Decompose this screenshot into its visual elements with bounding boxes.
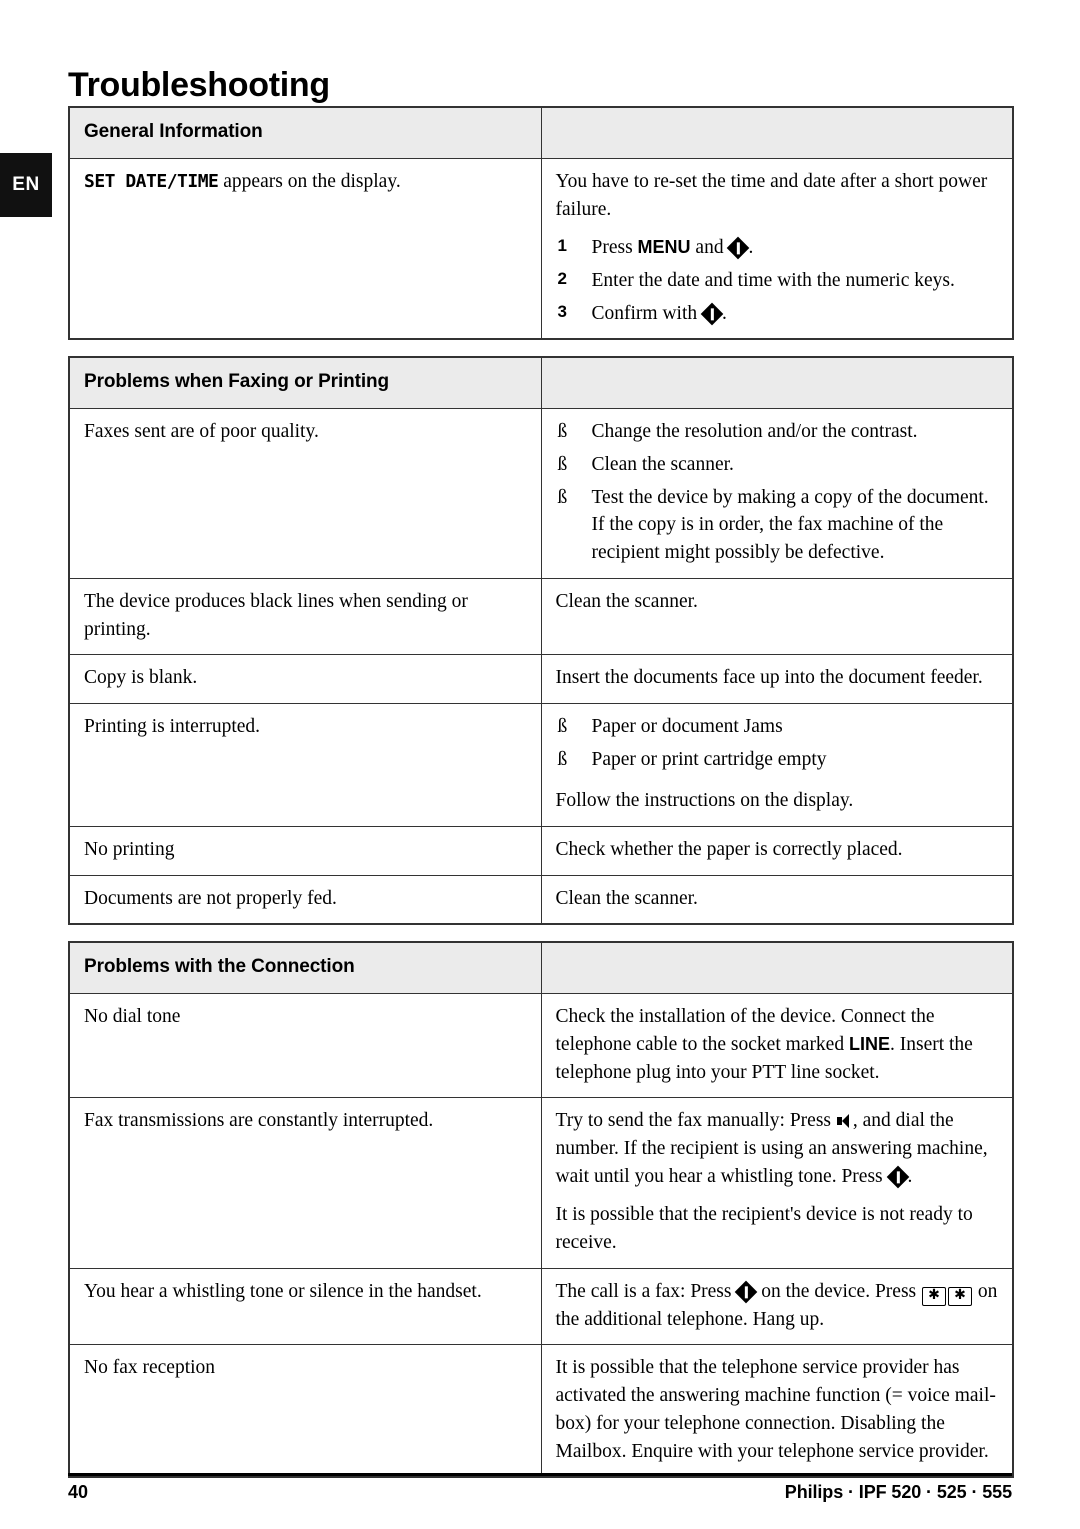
step-text-before: Enter the date and time with the numeric… [591, 270, 955, 292]
bullet-text: Paper or print cartridge empty [591, 748, 827, 770]
table-header-row: Problems when Faxing or Printing [68, 356, 1014, 410]
page-title: Troubleshooting [68, 65, 330, 104]
table-header-row: Problems with the Connection [68, 941, 1014, 995]
bullet-list: ß Paper or document Jams ß Paper or print … [556, 713, 1001, 773]
problem-cell: No fax reception [68, 1344, 542, 1478]
bullet-marker: ß [557, 421, 568, 443]
footer-divider [68, 1473, 1012, 1476]
problem-cell: No dial tone [68, 993, 542, 1099]
bullet-marker: ß [557, 715, 568, 737]
list-item: ß Paper or print cartridge empty [556, 746, 1001, 774]
problem-cell: Printing is interrupted. [68, 702, 542, 827]
start-diamond-icon [735, 1280, 758, 1304]
solution-cell: The call is a fax: Press on the device. … [540, 1267, 1014, 1346]
bullet-text: Test the device by making a copy of the … [591, 486, 989, 564]
table-header-left: Problems with the Connection [68, 941, 542, 995]
list-item: 3 Confirm with . [556, 300, 1001, 328]
table-row: No fax reception It is possible that the… [68, 1344, 1014, 1478]
solution-cell: ß Paper or document Jams ß Paper or print … [540, 702, 1014, 827]
problem-cell: SET DATE/TIME appears on the display. [68, 157, 542, 340]
table-faxing-printing-problems: Problems when Faxing or Printing Faxes s… [68, 356, 1014, 926]
bullet-list: ß Change the resolution and/or the contra… [556, 418, 1001, 566]
table-row: You hear a whistling tone or silence in … [68, 1267, 1014, 1346]
step-number: 1 [557, 236, 567, 256]
solution-paragraph-second: It is possible that the recipient's devi… [555, 1204, 973, 1254]
bullet-marker: ß [557, 748, 568, 770]
problem-text: appears on the display. [218, 170, 401, 192]
list-item: ß Test the device by making a copy of the… [556, 484, 1001, 567]
solution-followup: Follow the instructions on the display. [555, 790, 854, 812]
step-number: 3 [557, 301, 567, 321]
bullet-text: Change the resolution and/or the contras… [591, 421, 918, 443]
problem-cell: Faxes sent are of poor quality. [68, 408, 542, 579]
table-header-left: General Information [68, 106, 542, 159]
troubleshooting-tables: General Information SET DATE/TIME appear… [68, 106, 1014, 1479]
solution-cell: Check whether the paper is correctly pla… [540, 825, 1014, 876]
table-row: The device produces black lines when sen… [68, 577, 1014, 656]
solution-text-a: The call is a fax: Press [555, 1280, 737, 1302]
menu-key-label: MENU [637, 237, 691, 258]
problem-cell: Documents are not properly fed. [68, 874, 542, 925]
solution-text-a: Try to send the fax manually: Press [555, 1110, 836, 1132]
solution-cell: Insert the documents face up into the do… [540, 654, 1014, 704]
table-general-information: General Information SET DATE/TIME appear… [68, 106, 1014, 341]
footer-product-name: Philips · IPF 520 · 525 · 555 [784, 1482, 1012, 1502]
language-tab: EN [0, 153, 52, 217]
problem-cell: Copy is blank. [68, 654, 542, 704]
star-key-icon: ✱ [922, 1286, 947, 1306]
table-row: Faxes sent are of poor quality. ß Change … [68, 408, 1014, 579]
table-header-right [540, 941, 1014, 995]
table-header-right [540, 106, 1014, 159]
problem-cell: The device produces black lines when sen… [68, 577, 542, 656]
step-text-before: Confirm with [591, 302, 702, 324]
start-diamond-icon [700, 302, 724, 326]
solution-paragraph: Try to send the fax manually: Press , an… [556, 1107, 1001, 1190]
solution-cell: Clean the scanner. [540, 577, 1014, 656]
table-row: SET DATE/TIME appears on the display. Yo… [68, 157, 1014, 340]
bullet-marker: ß [557, 486, 568, 508]
solution-cell: Clean the scanner. [540, 874, 1014, 925]
start-diamond-icon [727, 237, 750, 260]
table-row: Documents are not properly fed. Clean th… [68, 874, 1014, 925]
table-row: Copy is blank. Insert the documents face… [68, 654, 1014, 704]
solution-cell: It is possible that the telephone servic… [540, 1344, 1014, 1478]
table-row: Fax transmissions are constantly interru… [68, 1097, 1014, 1269]
line-socket-label: LINE [848, 1033, 890, 1054]
bullet-text: Paper or document Jams [591, 715, 783, 737]
start-diamond-icon [886, 1165, 909, 1189]
table-row: No dial tone Check the installation of t… [68, 993, 1014, 1099]
solution-text-b: on the device. Press [756, 1280, 922, 1302]
problem-cell: Fax transmissions are constantly interru… [68, 1097, 542, 1269]
problem-cell: No printing [68, 825, 542, 876]
step-text-before: Press [591, 237, 638, 259]
table-connection-problems: Problems with the Connection No dial ton… [68, 941, 1014, 1479]
lcd-message: SET DATE/TIME [84, 170, 219, 192]
table-header-left: Problems when Faxing or Printing [68, 356, 542, 410]
table-header-right [540, 356, 1014, 410]
star-key-icon: ✱ [948, 1286, 973, 1306]
bullet-text: Clean the scanner. [591, 454, 734, 476]
table-row: Printing is interrupted. ß Paper or docum… [68, 702, 1014, 827]
step-list: 1 Press MENU and . 2 Enter the date and ti… [556, 234, 1001, 327]
problem-cell: You hear a whistling tone or silence in … [68, 1267, 542, 1346]
list-item: ß Change the resolution and/or the contra… [556, 418, 1001, 446]
language-tab-label: EN [12, 174, 40, 195]
solution-cell: ß Change the resolution and/or the contra… [540, 408, 1014, 579]
solution-cell: Check the installation of the device. Co… [540, 993, 1014, 1099]
table-row: No printing Check whether the paper is c… [68, 825, 1014, 876]
bullet-marker: ß [557, 454, 568, 476]
footer-page-number: 40 [68, 1482, 89, 1502]
list-item: 1 Press MENU and . [556, 234, 1001, 262]
list-item: ß Paper or document Jams [556, 713, 1001, 741]
table-header-row: General Information [68, 106, 1014, 159]
solution-intro: You have to re-set the time and date aft… [555, 170, 988, 220]
loudspeaker-icon [836, 1114, 852, 1129]
step-number: 2 [557, 269, 567, 289]
step-text-mid: and [690, 237, 729, 259]
solution-cell: You have to re-set the time and date aft… [540, 157, 1014, 340]
solution-cell: Try to send the fax manually: Press , an… [540, 1097, 1014, 1269]
list-item: ß Clean the scanner. [556, 451, 1001, 479]
list-item: 2 Enter the date and time with the numeri… [556, 267, 1001, 295]
